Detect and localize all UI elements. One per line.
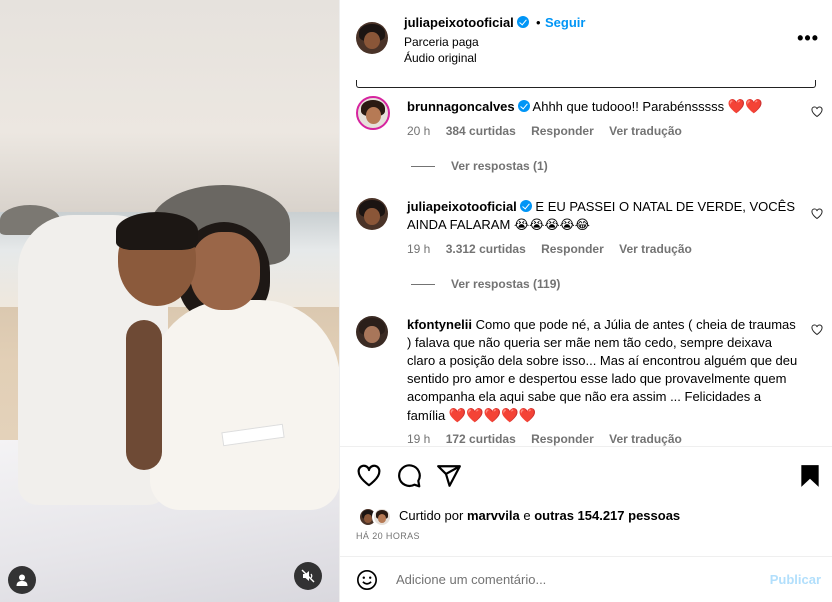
publish-button[interactable]: Publicar bbox=[770, 572, 821, 587]
view-replies-button[interactable]: Ver respostas (119) bbox=[411, 277, 560, 291]
send-icon[interactable] bbox=[436, 463, 462, 489]
bookmark-filled-icon[interactable] bbox=[797, 463, 823, 489]
comment-text: juliapeixotooficial E EU PASSEI O NATAL … bbox=[407, 199, 796, 232]
comment-text: kfontynelii Como que pode né, a Júlia de… bbox=[407, 317, 798, 423]
muted-speaker-icon[interactable] bbox=[294, 562, 322, 590]
add-comment-bar: Adicione um comentário... Publicar bbox=[340, 556, 832, 602]
comment-username[interactable]: brunnagoncalves bbox=[407, 99, 515, 114]
instagram-post-modal: juliapeixotooficial • Seguir Parceria pa… bbox=[0, 0, 832, 602]
verified-badge-icon bbox=[517, 100, 530, 112]
comment-like-heart-icon[interactable] bbox=[811, 106, 823, 118]
comment-likes[interactable]: 172 curtidas bbox=[446, 432, 516, 446]
comment-username[interactable]: juliapeixotooficial bbox=[407, 199, 517, 214]
comment-like-heart-icon[interactable] bbox=[811, 324, 823, 336]
comment-likes[interactable]: 3.312 curtidas bbox=[446, 242, 526, 256]
liked-by-summary: Curtido por marvvila e outras 154.217 pe… bbox=[399, 508, 681, 523]
more-horizontal-icon[interactable]: ••• bbox=[797, 28, 819, 49]
comment-input[interactable]: Adicione um comentário... bbox=[396, 572, 546, 587]
translate-button[interactable]: Ver tradução bbox=[619, 242, 692, 256]
verified-badge-icon bbox=[516, 16, 529, 28]
liked-by-others[interactable]: outras 154.217 pessoas bbox=[534, 508, 680, 523]
post-actions: Curtido por marvvila e outras 154.217 pe… bbox=[340, 446, 832, 556]
translate-button[interactable]: Ver tradução bbox=[609, 432, 682, 446]
comment-time[interactable]: 20 h bbox=[407, 124, 430, 138]
avatar[interactable] bbox=[356, 96, 390, 130]
caption-edge-divider bbox=[356, 80, 816, 88]
reply-button[interactable]: Responder bbox=[531, 124, 594, 138]
post-side-panel: juliapeixotooficial • Seguir Parceria pa… bbox=[339, 0, 832, 602]
comment-meta: 19 h 172 curtidas Responder Ver tradução bbox=[407, 432, 694, 446]
separator-dot: • bbox=[536, 15, 541, 30]
comment-like-heart-icon[interactable] bbox=[811, 208, 823, 220]
comment-text: brunnagoncalves Ahhh que tudooo!! Parabé… bbox=[407, 98, 763, 114]
post-header: juliapeixotooficial • Seguir Parceria pa… bbox=[340, 0, 832, 80]
comment-meta: 19 h 3.312 curtidas Responder Ver traduç… bbox=[407, 242, 704, 256]
paid-partnership-label[interactable]: Parceria paga bbox=[404, 35, 479, 49]
avatar[interactable] bbox=[356, 22, 388, 54]
post-author-username[interactable]: juliapeixotooficial bbox=[404, 15, 529, 30]
comment-icon[interactable] bbox=[396, 463, 422, 489]
liked-by-avatar[interactable] bbox=[372, 507, 392, 527]
avatar[interactable] bbox=[356, 316, 388, 348]
reply-button[interactable]: Responder bbox=[531, 432, 594, 446]
follow-button[interactable]: Seguir bbox=[545, 15, 585, 30]
user-tag-icon[interactable] bbox=[8, 566, 36, 594]
translate-button[interactable]: Ver tradução bbox=[609, 124, 682, 138]
comment-meta: 20 h 384 curtidas Responder Ver tradução bbox=[407, 124, 694, 138]
reply-button[interactable]: Responder bbox=[541, 242, 604, 256]
view-replies-button[interactable]: Ver respostas (1) bbox=[411, 159, 548, 173]
avatar[interactable] bbox=[356, 198, 388, 230]
post-time[interactable]: HÁ 20 HORAS bbox=[356, 531, 420, 541]
original-audio-label[interactable]: Áudio original bbox=[404, 51, 477, 65]
liked-by-user[interactable]: marvvila bbox=[467, 508, 520, 523]
comment-time[interactable]: 19 h bbox=[407, 242, 430, 256]
comments-list: brunnagoncalves Ahhh que tudooo!! Parabé… bbox=[340, 88, 832, 446]
heart-outline-icon[interactable] bbox=[356, 463, 382, 489]
comment-username[interactable]: kfontynelii bbox=[407, 317, 472, 332]
comment-likes[interactable]: 384 curtidas bbox=[446, 124, 516, 138]
smiley-icon[interactable] bbox=[356, 569, 378, 591]
verified-badge-icon bbox=[519, 200, 532, 212]
post-video[interactable] bbox=[0, 0, 339, 602]
comment-time[interactable]: 19 h bbox=[407, 432, 430, 446]
